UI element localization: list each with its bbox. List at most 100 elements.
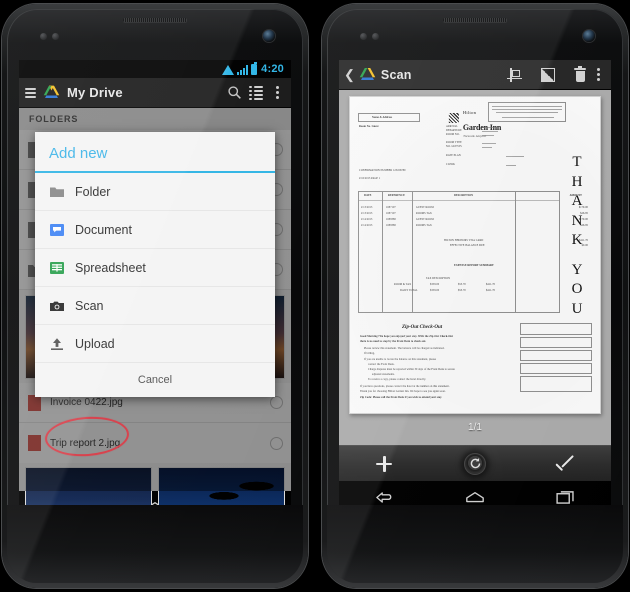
scan-preview-area: Hilton Garden Inn Newark Airport	[339, 90, 611, 445]
rotate-button[interactable]	[430, 446, 521, 481]
table-cell: 2/13/2013	[361, 206, 373, 209]
contrast-icon[interactable]	[541, 67, 555, 82]
back-icon	[376, 491, 392, 503]
cancel-button[interactable]: Cancel	[35, 363, 275, 397]
summary-row-label: ROOM & TAX	[394, 283, 412, 286]
recents-icon	[556, 491, 574, 504]
summary-cell: $53.70	[458, 283, 466, 286]
field-label: ARRIVAL	[446, 125, 458, 128]
scan-action-bar	[339, 445, 611, 481]
summary-cell: $53.70	[458, 289, 466, 292]
signature-box	[520, 363, 592, 374]
thank-you-text: THANKYOU THANK YOU	[571, 154, 583, 317]
table-cell: ROOMS TAX	[416, 212, 432, 215]
footer-line: To receive a copy, please contact the ho…	[368, 378, 427, 381]
add-page-button[interactable]	[339, 446, 430, 481]
table-cell: ROOMS TAX	[416, 224, 432, 227]
proximity-sensor-icon	[40, 33, 47, 40]
folder-icon	[50, 187, 64, 197]
footer-line: Good Morning! We hope you enjoyed your s…	[360, 335, 453, 338]
table-header: DATE	[364, 194, 372, 197]
signature-box	[520, 323, 592, 335]
table-cell: 2/14/2013	[361, 218, 373, 221]
overflow-menu-icon[interactable]	[591, 68, 606, 81]
summary-cell: $411.70	[486, 289, 496, 292]
field-label: CLERK	[446, 163, 456, 166]
search-icon[interactable]	[227, 85, 242, 100]
rotate-icon	[464, 452, 486, 475]
signal-icon	[237, 64, 249, 75]
footer-line: Thank you for choosing Hilton Garden Inn…	[360, 390, 446, 393]
confirmation-label: CONFIRMATION NUMBER 123456789	[359, 169, 406, 172]
crop-icon[interactable]	[507, 67, 522, 82]
field-label: DEPARTURE	[446, 129, 462, 132]
dialog-item-spreadsheet[interactable]: Spreadsheet	[35, 249, 275, 287]
phone-front-left: 4:20 My Drive FOLDERS Invoice 0422.jpg T…	[7, 9, 303, 583]
table-cell: 2/13/2013	[361, 212, 373, 215]
hilton-logo	[448, 113, 459, 123]
proximity-sensor-icon	[360, 33, 367, 40]
page-title: Scan	[380, 67, 412, 82]
footer-line: adjusted statements.	[372, 373, 395, 376]
footer-line: there is no need to stop by the Front De…	[360, 340, 427, 343]
back-button[interactable]	[339, 490, 430, 505]
signature-box	[520, 376, 592, 392]
app-bar-left: My Drive	[19, 78, 291, 108]
footer-line: Please review this statement. The balanc…	[364, 347, 445, 350]
signature-box	[520, 337, 592, 348]
table-cell: GUEST ROOM	[416, 218, 434, 221]
overflow-menu-icon[interactable]	[270, 86, 285, 99]
table-cell: 1088388	[386, 224, 396, 227]
status-clock: 4:20	[261, 63, 284, 75]
earpiece-speaker-icon	[443, 18, 507, 22]
date-label: 2/16/2013 PAGE 1	[359, 177, 381, 180]
page-counter: 1/1	[468, 422, 482, 433]
scanned-document-page[interactable]: Hilton Garden Inn Newark Airport	[349, 96, 601, 414]
table-cell: 1088388	[386, 218, 396, 221]
footer-title: Zip-Out Check-Out	[402, 325, 443, 330]
hamburger-icon[interactable]	[25, 87, 36, 98]
done-check-icon	[554, 454, 576, 471]
table-cell: 1087107	[386, 212, 396, 215]
dialog-item-upload[interactable]: Upload	[35, 325, 275, 363]
balance-sub: EFFECTIVE BALANCE DUE	[450, 244, 485, 247]
google-drive-logo	[43, 85, 60, 98]
dialog-item-label: Upload	[75, 336, 115, 351]
summary-cell: $358.00	[430, 283, 440, 286]
home-icon	[466, 491, 484, 503]
light-sensor-icon	[372, 33, 379, 40]
recents-button[interactable]	[520, 490, 611, 504]
front-camera-icon	[583, 30, 595, 42]
home-button[interactable]	[430, 490, 521, 504]
delete-icon[interactable]	[574, 65, 586, 82]
dialog-item-folder[interactable]: Folder	[35, 173, 275, 211]
page-title: My Drive	[67, 85, 123, 100]
done-button[interactable]	[520, 446, 611, 481]
dialog-title: Add new	[49, 145, 108, 162]
footer-line: contact the Front Desk.	[368, 363, 395, 366]
camera-icon	[50, 301, 64, 311]
phone-device-left: 4:20 My Drive FOLDERS Invoice 0422.jpg T…	[2, 4, 308, 588]
front-camera-icon	[263, 30, 275, 42]
footer-line: Charge disputes must be reported within …	[368, 368, 455, 371]
screenshot-root: 4:20 My Drive FOLDERS Invoice 0422.jpg T…	[0, 0, 630, 592]
add-page-icon	[376, 455, 393, 472]
google-drive-logo	[359, 68, 376, 80]
field-label: ROOM TYPE	[446, 141, 462, 144]
light-sensor-icon	[52, 33, 59, 40]
brand-line-1: Hilton	[462, 110, 477, 115]
dialog-item-label: Scan	[75, 298, 104, 313]
signature-box	[520, 350, 592, 361]
table-header: REFERENCE	[388, 194, 405, 197]
list-view-icon[interactable]	[249, 86, 263, 100]
dialog-item-scan[interactable]: Scan	[35, 287, 275, 325]
dialog-item-label: Spreadsheet	[75, 260, 146, 275]
table-cell: 1087107	[386, 206, 396, 209]
phone-bottom-chin	[327, 505, 623, 583]
spreadsheet-icon	[50, 261, 64, 274]
summary-cell: $411.70	[486, 283, 496, 286]
back-chevron-icon[interactable]: ❮	[344, 67, 355, 83]
summary-title: EXPENSE REPORT SUMMARY	[454, 264, 494, 267]
app-bar-right: ❮ Scan	[339, 60, 611, 90]
dialog-item-document[interactable]: Document	[35, 211, 275, 249]
